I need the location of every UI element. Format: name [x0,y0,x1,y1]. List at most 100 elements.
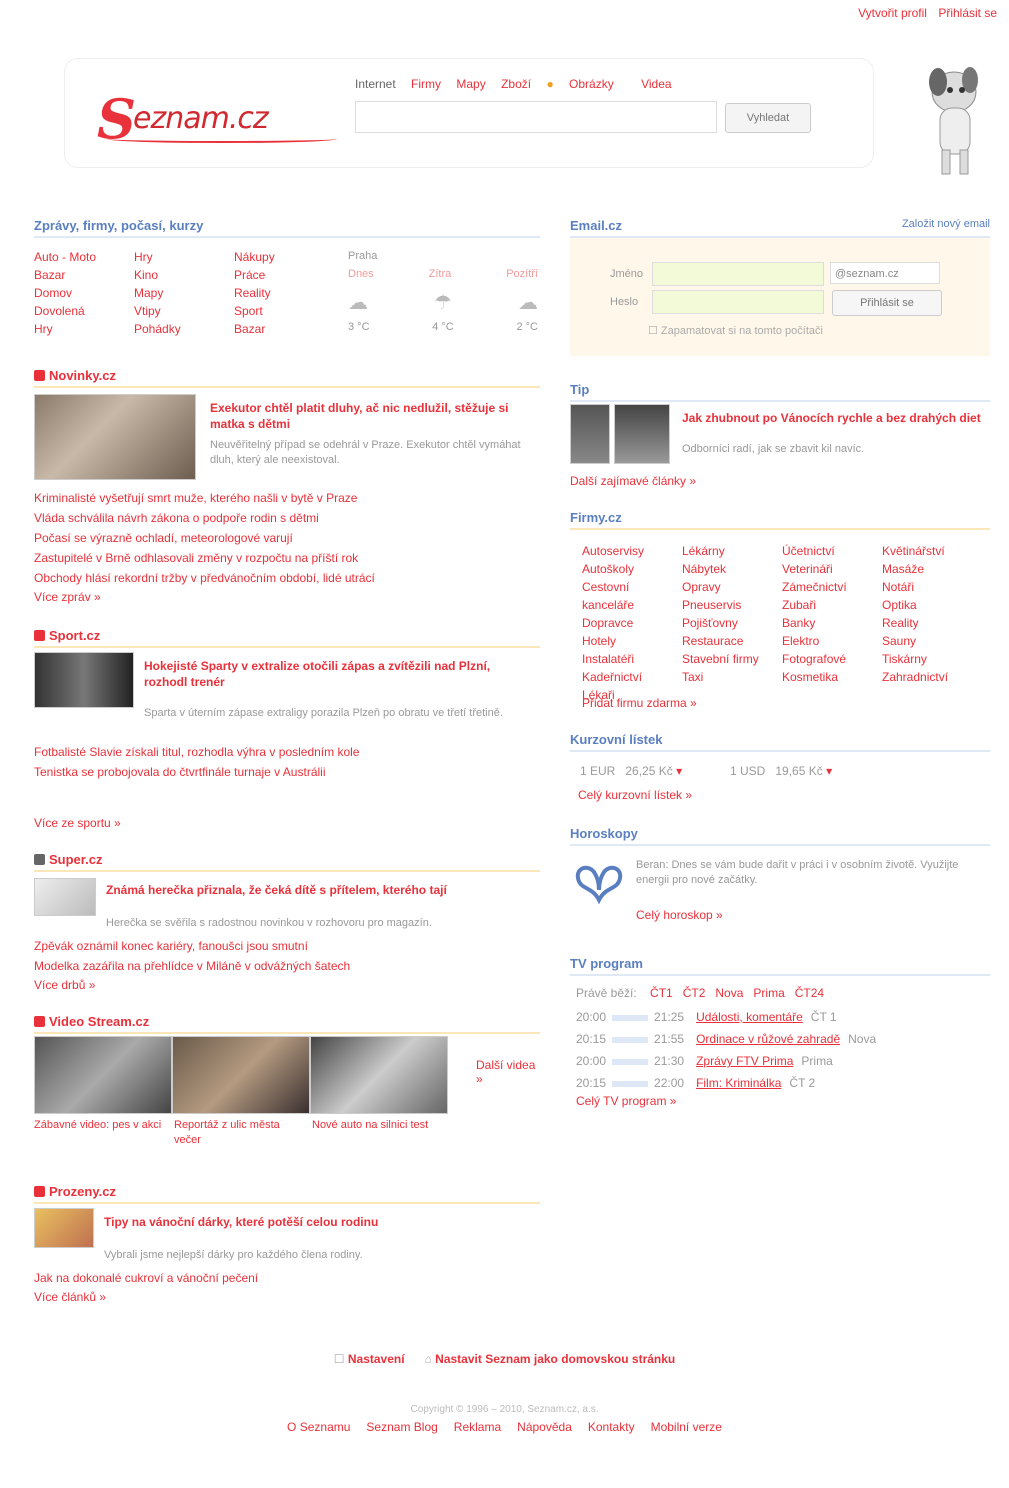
firmy-category-link[interactable]: Květinářství [882,542,982,560]
sport-more-link[interactable]: Více ze sportu » [34,816,121,830]
firmy-category-link[interactable]: Notáři [882,578,982,596]
quick-link[interactable]: Dovolená [34,304,85,318]
firmy-category-link[interactable]: Taxi [682,668,782,686]
email-login-button[interactable]: Přihlásit se [832,290,942,316]
tip-photo-1[interactable] [570,404,610,464]
quick-link[interactable]: Auto - Moto [34,250,96,264]
horoskop-more-link[interactable]: Celý horoskop » [636,908,723,922]
prozeny-title[interactable]: Prozeny.cz [34,1184,540,1204]
firmy-category-link[interactable]: Zahradnictví [882,668,982,686]
novinky-more-link[interactable]: Více zpráv » [34,590,101,604]
search-button[interactable]: Vyhledat [725,103,811,133]
tv-more-link[interactable]: Celý TV program » [576,1094,676,1108]
search-input[interactable] [355,101,717,133]
firmy-category-link[interactable]: Cestovní kanceláře [582,578,682,614]
email-password-input[interactable] [652,290,824,314]
sport-item-link[interactable]: Tenistka se probojovala do čtvrtfinále t… [34,762,359,782]
super-item-link[interactable]: Zpěvák oznámil konec kariéry, fanoušci j… [34,936,350,956]
firmy-category-link[interactable]: Hotely [582,632,682,650]
firmy-category-link[interactable]: Účetnictví [782,542,882,560]
tv-show-link[interactable]: Ordinace v růžové zahradě [696,1032,840,1046]
firmy-category-link[interactable]: Optika [882,596,982,614]
email-domain-select[interactable]: @seznam.cz [830,262,940,284]
tab-firmy[interactable]: Firmy [411,77,441,91]
remember-checkbox[interactable]: ☐ Zapamatovat si na tomto počítači [648,324,823,337]
firmy-category-link[interactable]: Fotografové [782,650,882,668]
email-username-input[interactable] [652,262,824,286]
footer-link[interactable]: Kontakty [588,1420,635,1434]
firmy-more-link[interactable]: Přidat firmu zdarma » [582,696,697,710]
tv-station-link[interactable]: ČT2 [683,986,706,1000]
footer-link[interactable]: Seznam Blog [366,1420,437,1434]
firmy-category-link[interactable]: Zámečnictví [782,578,882,596]
firmy-category-link[interactable]: Pneuservis [682,596,782,614]
novinky-title[interactable]: Novinky.cz [34,368,540,388]
footer-link[interactable]: Mobilní verze [651,1420,722,1434]
tab-mapy[interactable]: Mapy [456,77,485,91]
quick-link[interactable]: Hry [34,322,53,336]
tv-show-link[interactable]: Události, komentáře [696,1010,803,1024]
firmy-category-link[interactable]: Dopravce [582,614,682,632]
video-title[interactable]: Video Stream.cz [34,1014,540,1034]
super-headline[interactable]: Známá herečka přiznala, že čeká dítě s p… [106,882,536,898]
video-thumb-2[interactable] [172,1036,310,1114]
login-link[interactable]: Přihlásit se [938,6,997,20]
prozeny-headline[interactable]: Tipy na vánoční dárky, které potěší celo… [104,1214,534,1230]
super-title[interactable]: Super.cz [34,852,540,872]
quick-link[interactable]: Reality [234,286,271,300]
seznam-logo[interactable]: Seznam.cz [97,87,347,151]
footer-link[interactable]: O Seznamu [287,1420,350,1434]
super-more-link[interactable]: Více drbů » [34,978,95,992]
firmy-category-link[interactable]: Veterináři [782,560,882,578]
firmy-category-link[interactable]: Zubaři [782,596,882,614]
quick-link[interactable]: Nákupy [234,250,275,264]
novinky-item-link[interactable]: Kriminalisté vyšetřují smrt muže, kteréh… [34,488,375,508]
novinky-photo[interactable] [34,394,196,480]
quick-link[interactable]: Vtipy [134,304,161,318]
tv-show-link[interactable]: Zprávy FTV Prima [696,1054,793,1068]
tv-station-link[interactable]: Nova [715,986,743,1000]
tab-videa[interactable]: Videa [641,77,671,91]
firmy-category-link[interactable]: Sauny [882,632,982,650]
firmy-category-link[interactable]: Tiskárny [882,650,982,668]
create-profile-link[interactable]: Vytvořit profil [858,6,927,20]
tv-station-link[interactable]: ČT1 [650,986,673,1000]
firmy-category-link[interactable]: Reality [882,614,982,632]
footer-link[interactable]: Reklama [454,1420,501,1434]
firmy-category-link[interactable]: Autoservisy [582,542,682,560]
quick-link[interactable]: Pohádky [134,322,181,336]
quick-link[interactable]: Bazar [234,322,265,336]
quick-link[interactable]: Práce [234,268,265,282]
sport-item-link[interactable]: Fotbalisté Slavie získali titul, rozhodl… [34,742,359,762]
firmy-category-link[interactable]: Opravy [682,578,782,596]
kurzy-more-link[interactable]: Celý kurzovní lístek » [578,788,692,802]
video-thumb-3[interactable] [310,1036,448,1114]
video-caption-3[interactable]: Nové auto na silnici test [312,1118,442,1133]
firmy-category-link[interactable]: Pojišťovny [682,614,782,632]
firmy-category-link[interactable]: Autoškoly [582,560,682,578]
firmy-category-link[interactable]: Elektro [782,632,882,650]
novinky-headline[interactable]: Exekutor chtěl platit dluhy, ač nic nedl… [210,400,530,432]
prozeny-item-link[interactable]: Jak na dokonalé cukroví a vánoční pečení [34,1268,258,1288]
sport-title[interactable]: Sport.cz [34,628,540,648]
settings-link[interactable]: Nastavení [348,1352,405,1366]
super-item-link[interactable]: Modelka zazářila na přehlídce v Miláně v… [34,956,350,976]
firmy-category-link[interactable]: Banky [782,614,882,632]
quick-link[interactable]: Domov [34,286,72,300]
tip-photo-2[interactable] [614,404,670,464]
tv-station-link[interactable]: Prima [753,986,784,1000]
quick-link[interactable]: Kino [134,268,158,282]
sport-headline[interactable]: Hokejisté Sparty v extralize otočili záp… [144,658,534,690]
novinky-item-link[interactable]: Obchody hlásí rekordní tržby v předvánoč… [34,568,375,588]
firmy-category-link[interactable]: Masáže [882,560,982,578]
firmy-category-link[interactable]: Restaurace [682,632,782,650]
tip-more-link[interactable]: Další zajímavé články » [570,474,696,488]
novinky-item-link[interactable]: Zastupitelé v Brně odhlasovali změny v r… [34,548,375,568]
novinky-item-link[interactable]: Vláda schválila návrh zákona o podpoře r… [34,508,375,528]
firmy-category-link[interactable]: Nábytek [682,560,782,578]
novinky-item-link[interactable]: Počasí se výrazně ochladí, meteorologové… [34,528,375,548]
prozeny-photo[interactable] [34,1208,94,1248]
video-thumb-1[interactable] [34,1036,172,1114]
tab-internet[interactable]: Internet [355,77,396,91]
register-email-link[interactable]: Založit nový email [902,218,990,230]
